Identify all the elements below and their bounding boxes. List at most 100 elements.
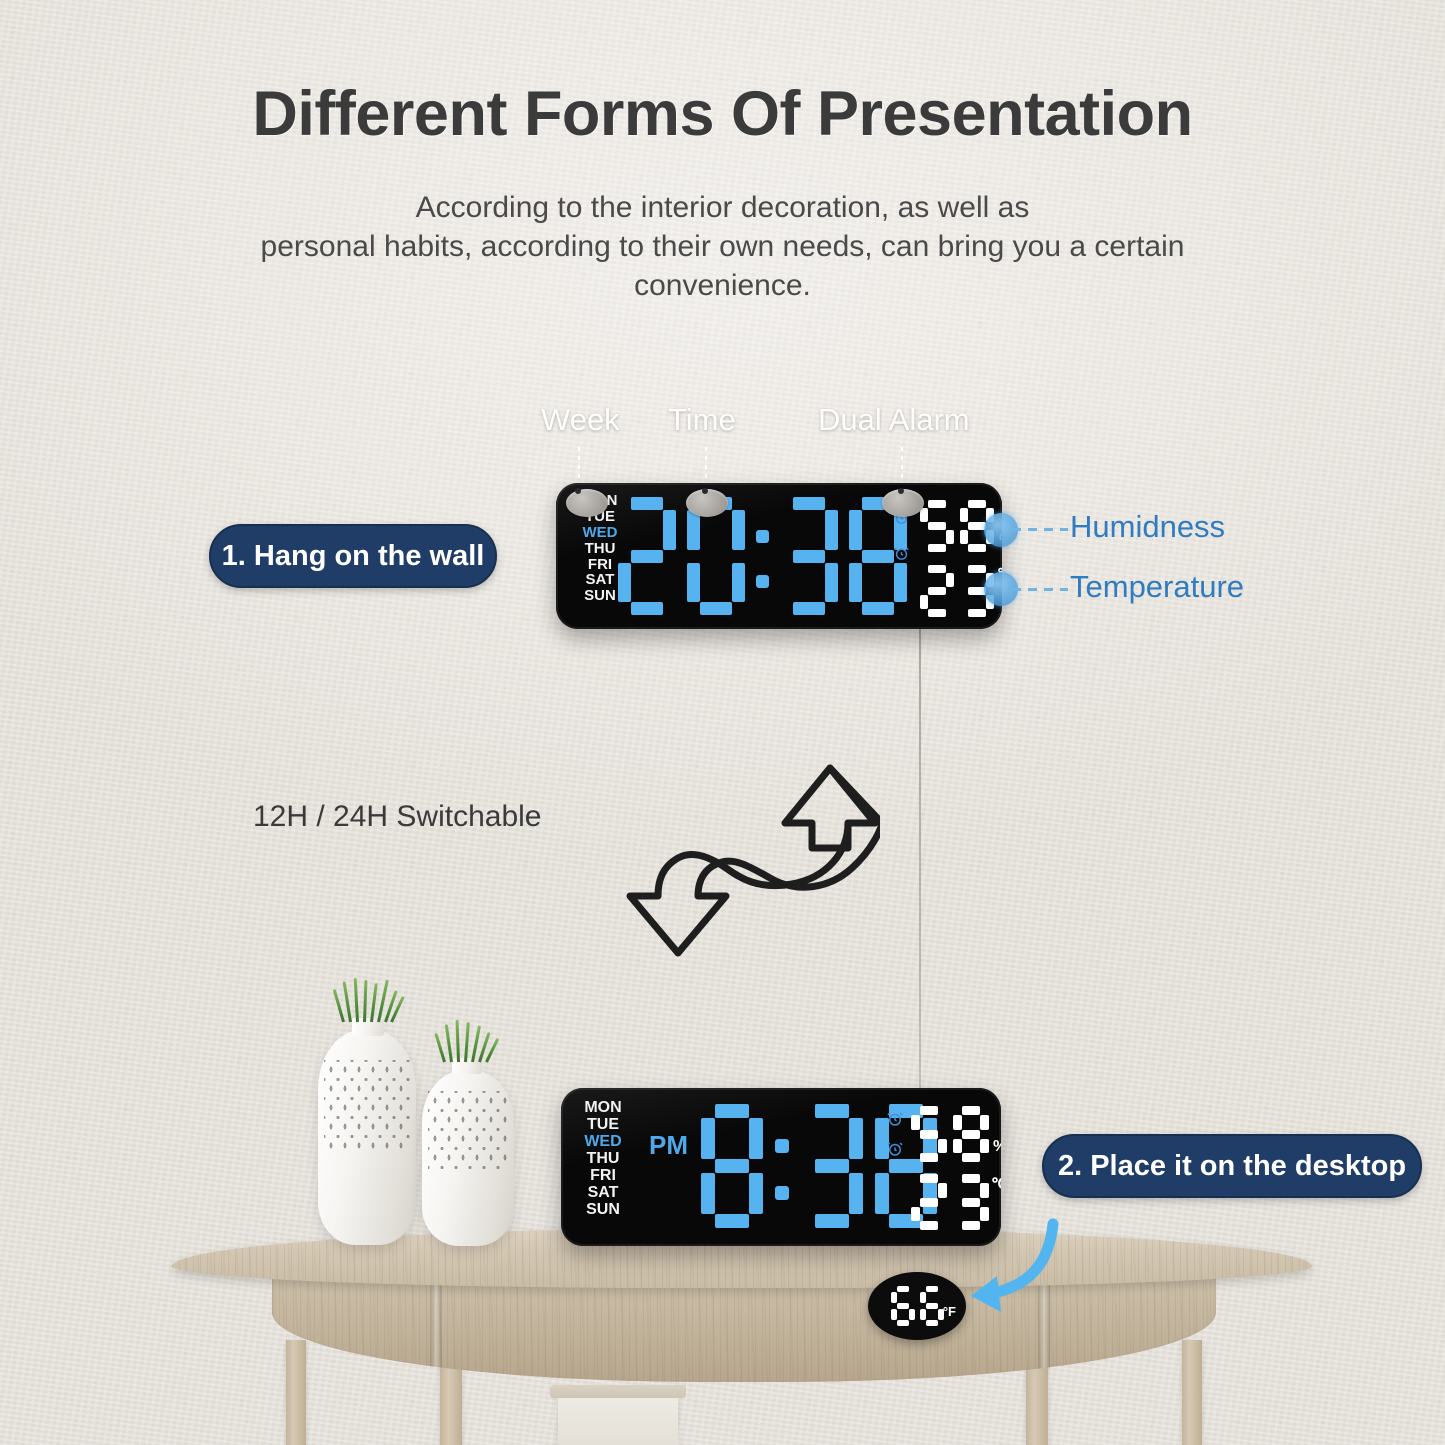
- segment-b: [980, 1183, 989, 1198]
- segment-f: [920, 508, 928, 522]
- segment-a: [925, 1286, 938, 1292]
- colon-separator: [756, 497, 769, 615]
- segment-a: [928, 500, 946, 508]
- segment-d: [700, 602, 732, 615]
- segment-c: [849, 1173, 863, 1214]
- segment-e: [890, 1309, 897, 1320]
- segment-e: [919, 1309, 926, 1320]
- under-table-basket: [558, 1392, 678, 1445]
- segment-d: [920, 1221, 938, 1230]
- segment-a: [815, 1104, 849, 1118]
- wall-clock-time-display: [618, 497, 907, 615]
- tall-vase-perforation: [323, 1060, 411, 1151]
- desk-clock-meridiem: PM: [649, 1130, 688, 1160]
- seven-segment-digit: [780, 497, 838, 615]
- wall-day-fri: FRI: [587, 555, 613, 573]
- seven-segment-digit: [801, 1104, 863, 1228]
- grass-blade: [455, 1019, 460, 1063]
- switchable-label: 12H / 24H Switchable: [253, 800, 542, 833]
- segment-a: [715, 1104, 749, 1118]
- desk-humidity-unit: %: [993, 1138, 1001, 1156]
- segment-g: [715, 1159, 749, 1173]
- desk-day-sun: SUN: [586, 1200, 620, 1218]
- segment-g: [920, 1197, 938, 1207]
- segment-b: [749, 1118, 763, 1159]
- segment-c: [938, 1138, 947, 1153]
- segment-c: [749, 1173, 763, 1214]
- segment-d: [928, 609, 946, 617]
- fahrenheit-badge: °F: [868, 1272, 966, 1340]
- segment-a: [968, 565, 986, 573]
- power-cord: [919, 628, 921, 1090]
- short-vase-perforation: [427, 1091, 509, 1169]
- segment-e: [960, 530, 968, 544]
- colon-dot-1: [775, 1138, 789, 1153]
- wall-day-sun: SUN: [584, 587, 616, 605]
- seven-segment-digit: [953, 1106, 989, 1162]
- seven-segment-digit: [920, 565, 954, 617]
- segment-f: [953, 1115, 962, 1130]
- step-2-badge[interactable]: 2. Place it on the desktop: [1042, 1134, 1422, 1198]
- leader-dot-week: [575, 488, 581, 494]
- segment-a: [928, 565, 946, 573]
- segment-f: [960, 508, 968, 522]
- humidity-annotation-label: Humidness: [1070, 509, 1226, 544]
- desk-day-sat: SAT: [587, 1183, 619, 1201]
- leader-dot-dual-alarm: [898, 488, 904, 494]
- step-1-badge[interactable]: 1. Hang on the wall: [209, 524, 497, 588]
- colon-dot-2: [756, 574, 769, 588]
- wall-day-sat: SAT: [585, 571, 615, 589]
- wall-clock-humidity-display: [920, 500, 994, 552]
- segment-d: [631, 602, 663, 615]
- segment-a: [896, 1286, 909, 1292]
- tall-vase-grass: [332, 977, 405, 1023]
- segment-d: [715, 1214, 749, 1228]
- infographic-root: Different Forms Of Presentation Accordin…: [0, 0, 1445, 1445]
- segment-a: [962, 1174, 980, 1183]
- seven-segment-digit: [890, 1286, 915, 1326]
- segment-e: [875, 1173, 889, 1214]
- hang-hole-week: [566, 489, 608, 517]
- segment-g: [962, 1197, 980, 1207]
- desk-day-wed: WED: [584, 1132, 622, 1150]
- segment-b: [946, 573, 954, 587]
- seven-segment-digit: [911, 1106, 947, 1162]
- desktop-clock: MON TUE WED THU FRI SAT SUN PM % ℃: [561, 1088, 1001, 1246]
- wall-day-thu: THU: [584, 539, 616, 557]
- segment-a: [968, 500, 986, 508]
- grass-blade: [370, 983, 378, 1023]
- segment-g: [793, 549, 825, 563]
- colon-dot-2: [775, 1185, 789, 1200]
- temperature-annotation-label: Temperature: [1070, 569, 1245, 604]
- callout-label-dual-alarm: Dual Alarm: [818, 402, 970, 437]
- segment-e: [687, 562, 700, 602]
- segment-d: [815, 1214, 849, 1228]
- seven-segment-digit: [701, 1104, 763, 1228]
- desk-day-fri: FRI: [590, 1166, 616, 1184]
- segment-e: [849, 562, 862, 602]
- segment-f: [849, 510, 862, 550]
- segment-d: [793, 602, 825, 615]
- segment-b: [938, 1183, 947, 1198]
- segment-c: [894, 562, 907, 602]
- subtitle-line-3: convenience.: [634, 269, 811, 302]
- basket-rim: [550, 1385, 686, 1398]
- switch-double-arrow-icon: [626, 764, 880, 957]
- leader-dot-time: [702, 488, 708, 494]
- segment-d: [862, 602, 894, 615]
- desk-clock-humidity-display: [911, 1106, 989, 1162]
- colon-dot-1: [756, 530, 769, 544]
- subtitle-line-1: According to the interior decoration, as…: [415, 191, 1030, 224]
- desk-day-tue: TUE: [587, 1115, 619, 1133]
- subtitle-line-2: personal habits, according to their own …: [260, 230, 1185, 263]
- grass-blade: [444, 1024, 453, 1063]
- wall-clock: MON TUE WED THU FRI SAT SUN % ℃: [556, 483, 1002, 629]
- segment-e: [618, 562, 631, 602]
- segment-c: [946, 530, 954, 544]
- desk-alarm-icon-1: [887, 1112, 903, 1126]
- desk-clock-day-list: MON TUE WED THU FRI SAT SUN: [571, 1099, 635, 1219]
- segment-g: [962, 1129, 980, 1139]
- grass-blade: [342, 981, 352, 1023]
- segment-g: [928, 522, 946, 530]
- segment-b: [849, 1118, 863, 1159]
